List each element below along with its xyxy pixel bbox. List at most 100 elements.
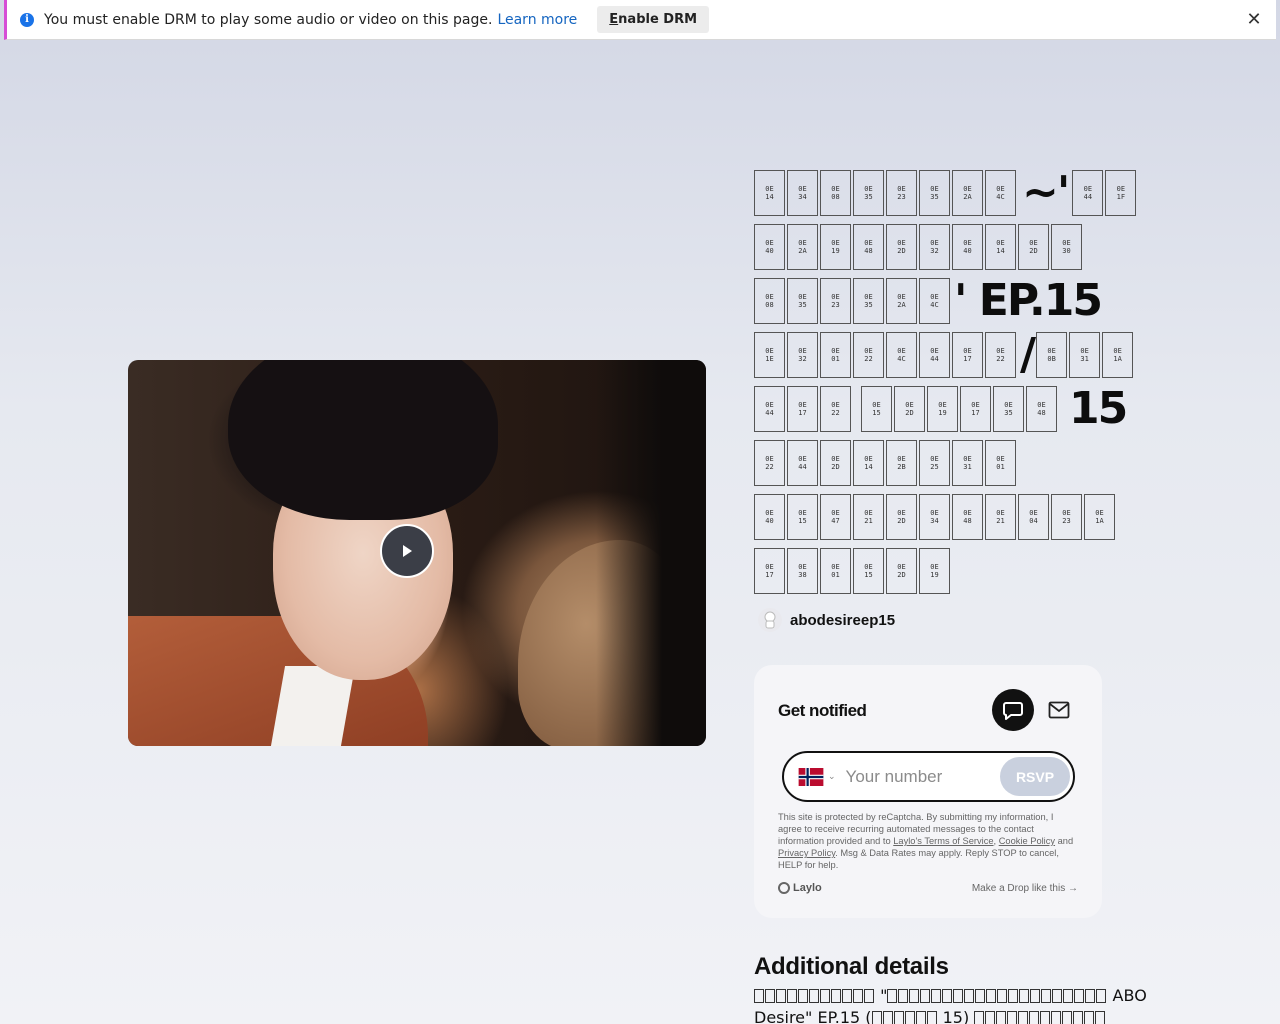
title-line-7: 0E 40 0E 15 0E 47 0E 21 0E 2D 0E 34 0E 48 0E 21 0E 04 0E 23… [754, 490, 1154, 544]
mail-icon [1048, 701, 1070, 719]
drm-notification-bar: i You must enable DRM to play some audio… [4, 0, 1276, 40]
glyph-group: 0E 14 0E 34 0E 08 0E 35 0E 23 0E 35 0E 2A 0E 4C [754, 170, 1018, 216]
missing-glyph-box: 0E 15 [853, 548, 884, 594]
terms-link[interactable]: Laylo's Terms of Service [893, 836, 993, 846]
author-name: abodesireep15 [790, 611, 896, 629]
missing-glyph-box: 0E 19 [927, 386, 958, 432]
missing-glyph-box [953, 989, 964, 1003]
missing-glyph-box: 0E 32 [919, 224, 950, 270]
missing-glyph-box: 0E 2D [894, 386, 925, 432]
missing-glyph-box: 0E 14 [853, 440, 884, 486]
missing-glyph-box: 0E 01 [820, 548, 851, 594]
missing-glyph-box: 0E 32 [787, 332, 818, 378]
title-line-5: 0E 44 0E 17 0E 22 0E 15 0E 2D 0E 19 0E 17 0E 35 0E 48 15 [754, 382, 1154, 436]
missing-glyph-box: 0E 40 [754, 224, 785, 270]
legal-text: and [1055, 836, 1074, 846]
cookie-policy-link[interactable]: Cookie Policy [999, 836, 1055, 846]
sms-option-button[interactable] [992, 689, 1034, 731]
missing-glyph-box [1030, 989, 1041, 1003]
missing-glyph-box: 0E 48 [952, 494, 983, 540]
missing-glyph-box: 0E 4C [919, 278, 950, 324]
missing-glyph-box [842, 989, 852, 1003]
missing-glyph-box: 0E 2D [886, 494, 917, 540]
glyph-run [887, 986, 1107, 1005]
missing-glyph-box [1051, 1011, 1062, 1024]
video-player[interactable] [128, 360, 706, 746]
missing-glyph-box [985, 1011, 996, 1024]
missing-glyph-box: 0E 2A [952, 170, 983, 216]
ghost-avatar-icon [764, 611, 776, 629]
close-icon[interactable]: ✕ [1244, 10, 1264, 30]
title-text: / [1020, 329, 1036, 380]
enable-drm-button[interactable]: Enable DRM [597, 6, 710, 33]
drm-message: You must enable DRM to play some audio o… [44, 11, 493, 28]
missing-glyph-box: 0E 48 [853, 224, 884, 270]
email-option-button[interactable] [1046, 697, 1072, 723]
missing-glyph-box: 0E 2D [820, 440, 851, 486]
missing-glyph-box: 0E 2A [886, 278, 917, 324]
missing-glyph-box [831, 989, 841, 1003]
missing-glyph-box [997, 989, 1008, 1003]
glyph-run [754, 986, 875, 1005]
missing-glyph-box [904, 1011, 915, 1024]
missing-glyph-box: 0E 25 [919, 440, 950, 486]
missing-glyph-box: 0E 47 [820, 494, 851, 540]
play-button[interactable] [380, 524, 434, 578]
glyph-group: 0E 22 0E 44 0E 2D 0E 14 0E 2B 0E 25 0E 31 0E 01 [754, 440, 1018, 486]
missing-glyph-box [820, 989, 830, 1003]
missing-glyph-box [1007, 1011, 1018, 1024]
glyph-run [974, 1008, 1106, 1024]
details-body: " ABO Desire" EP.15 ( 15) [754, 985, 1154, 1024]
glyph-group: 0E 0B 0E 31 0E 1A [1036, 332, 1135, 378]
missing-glyph-box [975, 989, 986, 1003]
missing-glyph-box [1029, 1011, 1040, 1024]
missing-glyph-box: 0E 22 [853, 332, 884, 378]
missing-glyph-box: 0E 2D [886, 548, 917, 594]
missing-glyph-box [765, 989, 775, 1003]
legal-disclaimer: This site is protected by reCaptcha. By … [778, 811, 1074, 871]
missing-glyph-box: 0E 14 [754, 170, 785, 216]
norway-flag-icon[interactable] [798, 767, 824, 786]
title-line-1: 0E 14 0E 34 0E 08 0E 35 0E 23 0E 35 0E 2A 0E 4C ~' 0E 44… [754, 166, 1154, 220]
details-text: 15) [942, 1008, 970, 1024]
glyph-group: 0E 15 0E 2D 0E 19 0E 17 0E 35 0E 48 [861, 386, 1059, 432]
drop-title: 0E 14 0E 34 0E 08 0E 35 0E 23 0E 35 0E 2A 0E 4C ~' 0E 44… [754, 166, 1154, 598]
missing-glyph-box: 0E 01 [820, 332, 851, 378]
missing-glyph-box: 0E 23 [1051, 494, 1082, 540]
author-link[interactable]: abodesireep15 [758, 608, 895, 632]
title-line-3: 0E 08 0E 35 0E 23 0E 35 0E 2A 0E 4C ' EP.15 [754, 274, 1154, 328]
chevron-down-icon[interactable]: ⌄ [828, 771, 836, 782]
missing-glyph-box: 0E 34 [919, 494, 950, 540]
missing-glyph-box: 0E 1A [1084, 494, 1115, 540]
learn-more-link[interactable]: Learn more [497, 12, 577, 28]
missing-glyph-box [898, 989, 909, 1003]
title-line-2: 0E 40 0E 2A 0E 19 0E 48 0E 2D 0E 32 0E 40 0E 14 0E 2D 0E 30 [754, 220, 1154, 274]
video-frame-shadow [596, 360, 706, 746]
missing-glyph-box: 0E 2D [886, 224, 917, 270]
rsvp-button[interactable]: RSVP [1000, 757, 1070, 796]
missing-glyph-box: 0E 34 [787, 170, 818, 216]
laylo-logo[interactable]: Laylo [778, 882, 822, 894]
glyph-group: 0E 08 0E 35 0E 23 0E 35 0E 2A 0E 4C [754, 278, 952, 324]
missing-glyph-box: 0E 21 [985, 494, 1016, 540]
missing-glyph-box: 0E 08 [754, 278, 785, 324]
phone-number-input[interactable] [845, 766, 996, 787]
chat-icon [1003, 702, 1023, 720]
missing-glyph-box [1008, 989, 1019, 1003]
notify-card: Get notified ⌄ RSVP This site is protect… [754, 665, 1102, 918]
title-line-6: 0E 22 0E 44 0E 2D 0E 14 0E 2B 0E 25 0E 31 0E 01 [754, 436, 1154, 490]
missing-glyph-box [986, 989, 997, 1003]
missing-glyph-box [864, 989, 874, 1003]
make-drop-link[interactable]: Make a Drop like this → [972, 883, 1078, 894]
missing-glyph-box [926, 1011, 937, 1024]
details-line: Desire" EP.15 ( 15) [754, 1007, 1154, 1024]
missing-glyph-box: 0E 44 [754, 386, 785, 432]
missing-glyph-box [893, 1011, 904, 1024]
laylo-ring-icon [778, 882, 790, 894]
missing-glyph-box: 0E 44 [787, 440, 818, 486]
privacy-policy-link[interactable]: Privacy Policy [778, 848, 835, 858]
video-frame-hair [228, 360, 498, 520]
missing-glyph-box: 0E 35 [919, 170, 950, 216]
missing-glyph-box: 0E 35 [853, 170, 884, 216]
missing-glyph-box: 0E 40 [754, 494, 785, 540]
